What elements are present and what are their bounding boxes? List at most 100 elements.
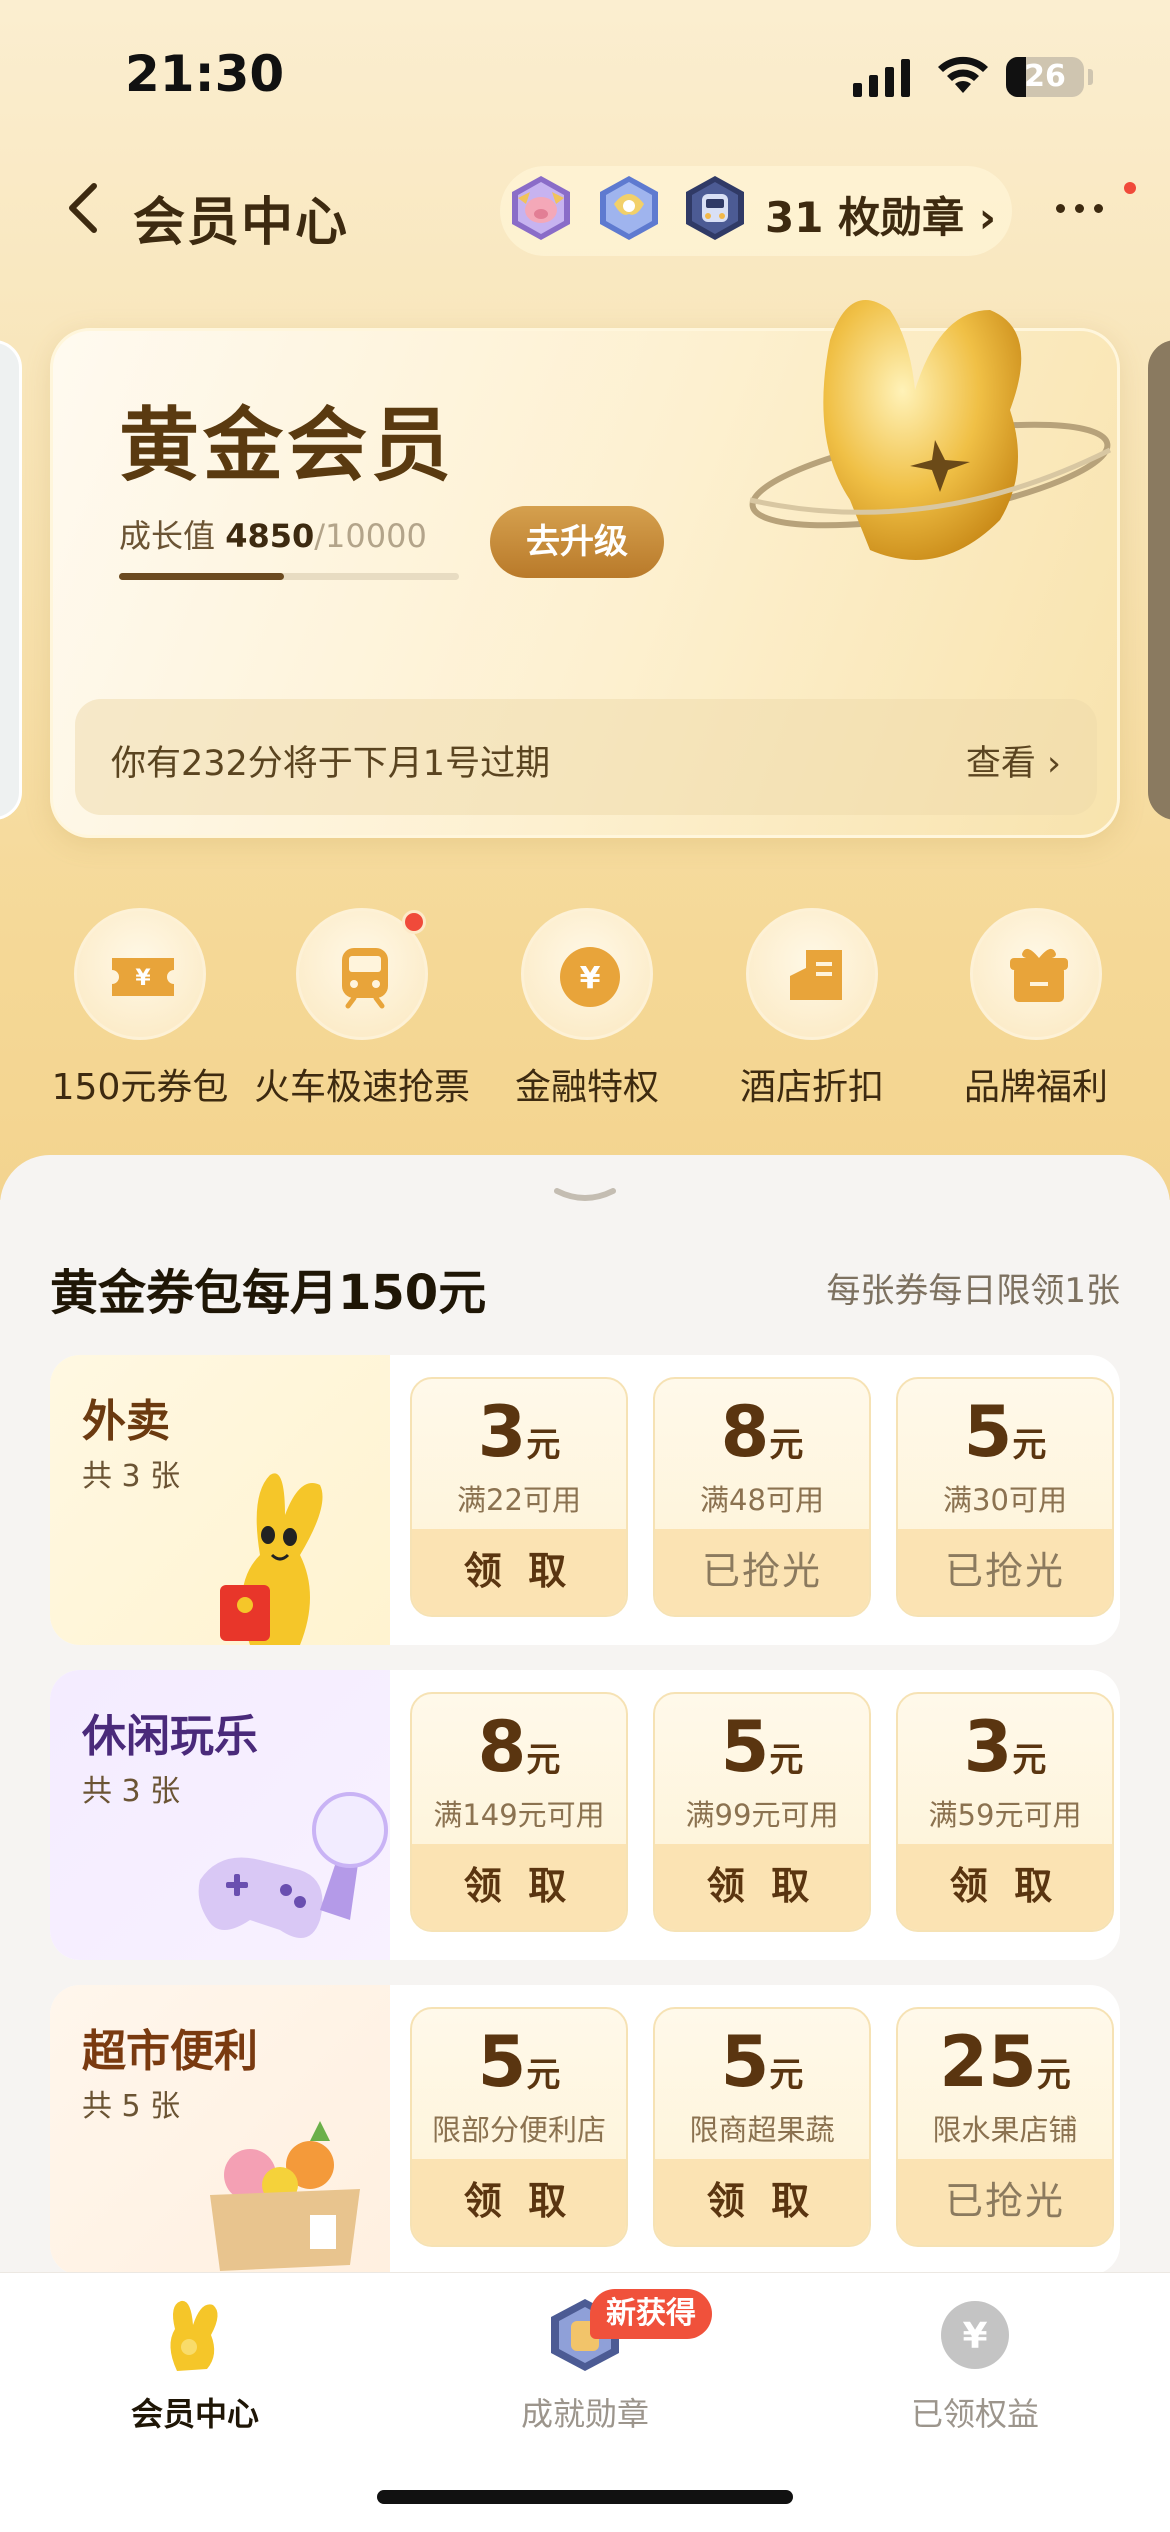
coupon-amount: 5元 <box>477 2021 561 2103</box>
medal-count: 31 枚勋章 › <box>765 193 997 242</box>
shortcut-circle <box>970 908 1102 1040</box>
points-expiry-text: 你有232分将于下月1号过期 <box>111 744 551 784</box>
growth-total: /10000 <box>314 517 427 555</box>
coupon-amount: 8元 <box>477 1706 561 1788</box>
gamepad-microphone-icon <box>198 1792 388 1938</box>
claim-coupon-button[interactable]: 领 取 <box>655 1844 869 1930</box>
next-tier-card[interactable] <box>1148 340 1170 820</box>
coupon-card: 3元 满59元可用 领 取 <box>896 1692 1114 1932</box>
upgrade-button[interactable]: 去升级 <box>490 506 664 578</box>
home-indicator[interactable] <box>377 2490 793 2504</box>
shortcut-label: 酒店折扣 <box>739 1067 884 1108</box>
coupon-row-leisure: 休闲玩乐 共 3 张 8元 满149元可用 领 取 5元 满99元可用 领 取 … <box>50 1670 1120 1960</box>
collapse-handle-icon[interactable] <box>553 1187 617 1207</box>
hotel-icon <box>790 950 842 1000</box>
category-name: 外卖 <box>82 1396 170 1447</box>
new-badge: 新获得 <box>590 2289 712 2339</box>
category-count: 共 3 张 <box>82 1774 181 1809</box>
category-count: 共 3 张 <box>82 1459 181 1494</box>
growth-value: 成长值 4850/10000 <box>119 511 427 557</box>
coupon-card: 5元 满30可用 已抢光 <box>896 1377 1114 1617</box>
back-chevron-icon[interactable] <box>58 178 108 238</box>
tab-label: 已领权益 <box>910 2395 1039 2433</box>
gold-bunny-mascot-icon <box>749 300 1112 560</box>
coupon-amount: 3元 <box>963 1706 1047 1788</box>
battery-level: 26 <box>1024 59 1066 94</box>
new-dot <box>402 910 426 934</box>
category-panel: 外卖 共 3 张 <box>50 1355 390 1645</box>
category-name: 休闲玩乐 <box>82 1711 258 1762</box>
gift-icon <box>1010 948 1068 1002</box>
tab-claimed-benefits[interactable]: ¥ 已领权益 <box>825 2295 1125 2435</box>
growth-label: 成长值 <box>119 517 216 555</box>
battery-icon: 26 <box>1006 57 1084 97</box>
coupon-card: 8元 满149元可用 领 取 <box>410 1692 628 1932</box>
shortcut-circle <box>746 908 878 1040</box>
sold-out-button: 已抢光 <box>655 1529 869 1615</box>
train-medal-icon <box>686 176 744 240</box>
previous-tier-card[interactable] <box>0 340 22 820</box>
tab-label: 成就勋章 <box>520 2395 649 2433</box>
coupon-amount: 25元 <box>939 2021 1071 2103</box>
claim-coupon-button[interactable]: 领 取 <box>412 2159 626 2245</box>
cellular-signal-icon <box>853 57 910 97</box>
growth-progress-bar <box>119 573 459 580</box>
coupon-card: 8元 满48可用 已抢光 <box>653 1377 871 1617</box>
category-count: 共 5 张 <box>82 2089 181 2124</box>
tab-label: 会员中心 <box>130 2395 259 2433</box>
points-expiry-banner[interactable]: 你有232分将于下月1号过期 查看 › <box>75 699 1097 815</box>
coupon-condition: 满149元可用 <box>433 1798 605 1832</box>
claim-coupon-button[interactable]: 领 取 <box>412 1529 626 1615</box>
shortcut-label: 火车极速抢票 <box>253 1067 470 1108</box>
shortcut-circle: ¥ <box>74 908 206 1040</box>
claim-coupon-button[interactable]: 领 取 <box>898 1844 1112 1930</box>
coupon-card: 5元 限部分便利店 领 取 <box>410 2007 628 2247</box>
section-title: 黄金券包每月150元 <box>50 1265 487 1321</box>
tab-member-center[interactable]: 会员中心 <box>45 2295 345 2435</box>
member-bunny-icon <box>170 2300 218 2371</box>
shortcut-label: 150元券包 <box>51 1067 229 1108</box>
shortcut-train-tickets[interactable]: 火车极速抢票 <box>252 908 472 1108</box>
claim-coupon-button[interactable]: 领 取 <box>412 1844 626 1930</box>
sold-out-button: 已抢光 <box>898 2159 1112 2245</box>
growth-current: 4850 <box>225 517 315 555</box>
notification-dot <box>1124 182 1136 194</box>
shortcut-brand-benefits[interactable]: 品牌福利 <box>926 908 1146 1108</box>
sold-out-button: 已抢光 <box>898 1529 1112 1615</box>
coupon-card: 5元 满99元可用 领 取 <box>653 1692 871 1932</box>
svg-text:¥: ¥ <box>135 966 151 991</box>
category-panel: 休闲玩乐 共 3 张 <box>50 1670 390 1960</box>
coupon-row-supermarket: 超市便利 共 5 张 5元 限部分便利店 领 取 5元 限商超果蔬 领 取 25… <box>50 1985 1120 2275</box>
category-name: 超市便利 <box>82 2026 258 2077</box>
coupon-amount: 8元 <box>720 1391 804 1473</box>
shortcut-hotel[interactable]: 酒店折扣 <box>702 908 922 1108</box>
bunny-redpacket-icon <box>220 1473 323 1645</box>
coupon-amount: 3元 <box>477 1391 561 1473</box>
more-icon[interactable] <box>1056 204 1103 213</box>
shortcut-finance[interactable]: ¥ 金融特权 <box>477 908 697 1108</box>
coupon-amount: 5元 <box>720 1706 804 1788</box>
pig-medal-icon <box>512 176 570 240</box>
category-panel: 超市便利 共 5 张 <box>50 1985 390 2275</box>
nav-bar: 会员中心 31 枚勋章 › <box>0 160 1170 260</box>
status-bar: 21:30 26 <box>0 45 1170 115</box>
section-note: 每张券每日限领1张 <box>826 1271 1120 1311</box>
coupon-condition: 限水果店铺 <box>932 2113 1078 2147</box>
shortcut-label: 金融特权 <box>514 1067 659 1108</box>
yen-circle-icon: ¥ <box>941 2301 1009 2369</box>
svg-text:¥: ¥ <box>580 961 601 996</box>
coupon-condition: 限部分便利店 <box>431 2113 606 2147</box>
coupon-amount: 5元 <box>720 2021 804 2103</box>
coupon-card: 3元 满22可用 领 取 <box>410 1377 628 1617</box>
view-points-link[interactable]: 查看 › <box>966 735 1061 786</box>
shortcut-coupon-pack[interactable]: ¥ 150元券包 <box>30 908 250 1108</box>
yen-coin-icon: ¥ <box>560 947 620 1007</box>
coupon-card: 25元 限水果店铺 已抢光 <box>896 2007 1114 2247</box>
coupon-amount: 5元 <box>963 1391 1047 1473</box>
grocery-bag-icon <box>210 2121 360 2271</box>
ticket-icon: ¥ <box>112 958 174 996</box>
claim-coupon-button[interactable]: 领 取 <box>655 2159 869 2245</box>
svg-text:¥: ¥ <box>962 2316 987 2357</box>
coupon-condition: 满30可用 <box>943 1483 1067 1517</box>
battery-tip <box>1088 69 1093 85</box>
